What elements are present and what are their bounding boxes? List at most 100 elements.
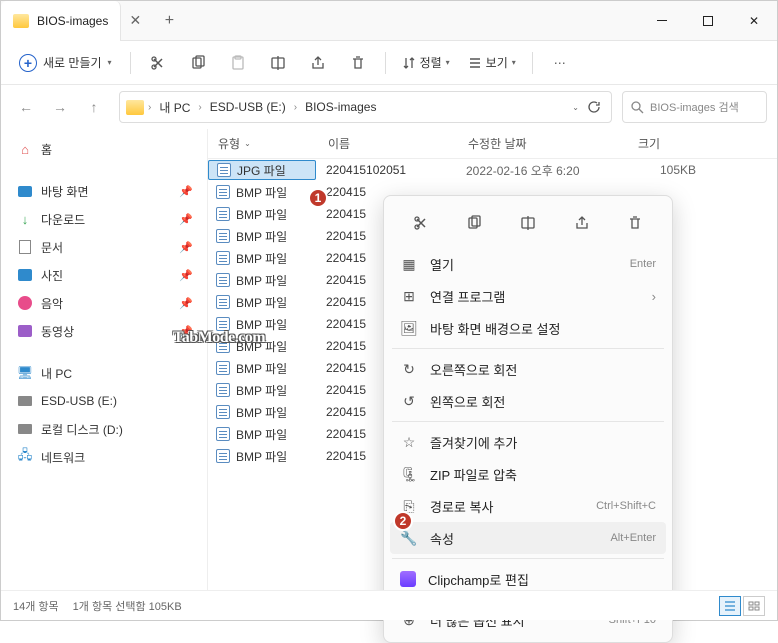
chevron-down-icon: ▾	[446, 58, 450, 67]
share-button[interactable]	[301, 48, 335, 78]
ctx-setbg[interactable]: 🖼바탕 화면 배경으로 설정	[390, 312, 666, 344]
new-button[interactable]: + 새로 만들기 ▾	[11, 50, 120, 76]
sidebar-thispc[interactable]: 🖥내 PC	[9, 359, 207, 387]
statusbar: 14개 항목 1개 항목 선택함 105KB	[1, 590, 777, 620]
cell-date: 2022-02-16 오후 6:20	[456, 162, 626, 179]
back-button[interactable]: ←	[11, 92, 41, 122]
refresh-button[interactable]	[583, 92, 605, 122]
trash-icon	[627, 215, 643, 231]
ctx-copy-button[interactable]	[457, 208, 491, 238]
forward-button[interactable]: →	[45, 92, 75, 122]
ctx-rotleft[interactable]: ↺왼쪽으로 회전	[390, 385, 666, 417]
sidebar-home[interactable]: ⌂홈	[9, 135, 207, 163]
delete-button[interactable]	[341, 48, 375, 78]
paste-button[interactable]	[221, 48, 255, 78]
cell-type: BMP 파일	[208, 248, 316, 268]
col-name[interactable]: 이름	[318, 135, 458, 152]
file-icon	[216, 405, 230, 419]
view-details-button[interactable]	[719, 596, 741, 616]
ctx-rotright[interactable]: ↻오른쪽으로 회전	[390, 353, 666, 385]
close-button[interactable]: ✕	[731, 1, 777, 41]
cell-size: 105KB	[626, 163, 706, 177]
file-icon	[216, 295, 230, 309]
ctx-delete-button[interactable]	[618, 208, 652, 238]
rename-button[interactable]	[261, 48, 295, 78]
sidebar-desktop[interactable]: 바탕 화면📌	[9, 177, 207, 205]
view-button[interactable]: 보기 ▾	[462, 50, 522, 75]
column-headers: 유형⌄ 이름 수정한 날짜 크기	[208, 129, 777, 159]
copy-icon	[466, 215, 482, 231]
sidebar-documents[interactable]: 문서📌	[9, 233, 207, 261]
ctx-label: 즐겨찾기에 추가	[430, 433, 517, 452]
chevron-down-icon[interactable]: ⌄	[572, 103, 579, 112]
chevron-right-icon: ›	[148, 102, 151, 113]
rename-icon	[520, 215, 536, 231]
type-text: BMP 파일	[236, 184, 287, 201]
type-text: BMP 파일	[236, 360, 287, 377]
sidebar-pictures[interactable]: 사진📌	[9, 261, 207, 289]
trash-icon	[350, 55, 366, 71]
status-selection: 1개 항목 선택함 105KB	[73, 598, 182, 614]
sidebar-drive-e[interactable]: ESD-USB (E:)	[9, 387, 207, 415]
new-tab-button[interactable]: +	[149, 12, 189, 30]
breadcrumb-folder[interactable]: BIOS-images	[301, 98, 380, 116]
file-row[interactable]: JPG 파일2204151020512022-02-16 오후 6:20105K…	[208, 159, 777, 181]
sidebar-label: 내 PC	[41, 365, 72, 382]
wallpaper-icon: 🖼	[400, 319, 418, 337]
separator	[392, 558, 664, 559]
view-tiles-button[interactable]	[743, 596, 765, 616]
sidebar-downloads[interactable]: ↓다운로드📌	[9, 205, 207, 233]
ctx-openwith[interactable]: ⊞연결 프로그램›	[390, 280, 666, 312]
toolbar: + 새로 만들기 ▾ 정렬 ▾ 보기 ▾ ⋯	[1, 41, 777, 85]
minimize-button[interactable]	[639, 1, 685, 41]
file-icon	[216, 229, 230, 243]
pin-icon: 📌	[179, 241, 193, 254]
ctx-copypath[interactable]: ⎘경로로 복사Ctrl+Shift+C	[390, 490, 666, 522]
ctx-properties[interactable]: 🔧속성Alt+Enter	[390, 522, 666, 554]
breadcrumb-pc[interactable]: 내 PC	[155, 97, 194, 118]
ctx-cut-button[interactable]	[404, 208, 438, 238]
cell-type: BMP 파일	[208, 314, 316, 334]
wrench-icon: 🔧	[400, 529, 418, 547]
maximize-button[interactable]	[685, 1, 731, 41]
tab-close-button[interactable]: ✕	[121, 12, 149, 29]
scissors-icon	[413, 215, 429, 231]
ctx-zip[interactable]: 🗜ZIP 파일로 압축	[390, 458, 666, 490]
up-button[interactable]: ↑	[79, 92, 109, 122]
sidebar-drive-d[interactable]: 로컬 디스크 (D:)	[9, 415, 207, 443]
ctx-open[interactable]: ▦열기Enter	[390, 248, 666, 280]
pin-icon: 📌	[179, 213, 193, 226]
rename-icon	[270, 55, 286, 71]
sort-button[interactable]: 정렬 ▾	[396, 50, 456, 75]
ctx-label: 속성	[430, 529, 454, 548]
ctx-label: 왼쪽으로 회전	[430, 392, 505, 411]
breadcrumb-drive[interactable]: ESD-USB (E:)	[206, 98, 290, 116]
address-bar[interactable]: › 내 PC › ESD-USB (E:) › BIOS-images ⌄	[119, 91, 612, 123]
context-toolbar	[390, 202, 666, 248]
ctx-fav[interactable]: ☆즐겨찾기에 추가	[390, 426, 666, 458]
copy-button[interactable]	[181, 48, 215, 78]
tab-active[interactable]: BIOS-images	[1, 1, 121, 41]
cell-type: BMP 파일	[208, 292, 316, 312]
col-date[interactable]: 수정한 날짜	[458, 135, 628, 152]
sidebar-videos[interactable]: 동영상📌	[9, 317, 207, 345]
file-icon	[217, 163, 231, 177]
pin-icon: 📌	[179, 185, 193, 198]
pin-icon: 📌	[179, 325, 193, 338]
col-type[interactable]: 유형⌄	[208, 135, 318, 152]
ctx-share-button[interactable]	[565, 208, 599, 238]
sidebar-music[interactable]: 음악📌	[9, 289, 207, 317]
more-button[interactable]: ⋯	[543, 48, 577, 78]
sidebar-network[interactable]: 🖧네트워크	[9, 443, 207, 471]
view-icon	[468, 56, 482, 70]
ctx-rename-button[interactable]	[511, 208, 545, 238]
search-box[interactable]: BIOS-images 검색	[622, 91, 767, 123]
cell-type: BMP 파일	[208, 424, 316, 444]
col-size[interactable]: 크기	[628, 135, 708, 152]
cell-type: BMP 파일	[208, 402, 316, 422]
col-label: 수정한 날짜	[468, 135, 527, 152]
paste-icon	[230, 55, 246, 71]
sort-label: 정렬	[420, 54, 442, 71]
cut-button[interactable]	[141, 48, 175, 78]
download-icon: ↓	[17, 211, 33, 227]
